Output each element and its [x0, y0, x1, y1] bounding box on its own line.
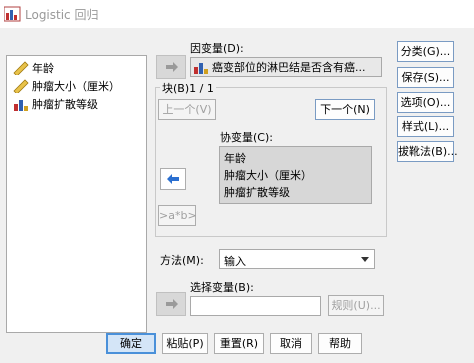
app-icon: [3, 6, 22, 22]
variable-item-tumor-size[interactable]: 肿瘤大小（厘米）: [13, 78, 120, 95]
ok-button[interactable]: 确定: [106, 333, 156, 354]
covariate-item-age[interactable]: 年龄: [224, 150, 246, 166]
selection-variable-label: 选择变量(B):: [190, 281, 254, 294]
options-button[interactable]: 选项(O)...: [397, 92, 454, 113]
help-button[interactable]: 帮助: [318, 333, 362, 354]
arrow-left-icon: [167, 174, 179, 184]
dependent-variable-field[interactable]: 癌变部位的淋巴结是否含有癌...: [190, 57, 382, 77]
covariates-label: 协变量(C):: [220, 131, 273, 144]
interaction-button[interactable]: >a*b>: [158, 205, 197, 226]
categorical-button[interactable]: 分类(G)...: [397, 41, 454, 62]
arrow-right-icon: [166, 299, 178, 309]
chevron-down-icon: [361, 257, 369, 262]
variable-item-tumor-grade[interactable]: 肿瘤扩散等级: [13, 96, 98, 112]
bar-chart-icon: [13, 97, 29, 111]
covariate-item-tumor-grade[interactable]: 肿瘤扩散等级: [224, 184, 290, 200]
source-variable-list[interactable]: 年龄 肿瘤大小（厘米） 肿瘤扩散等级: [6, 55, 147, 333]
method-label: 方法(M):: [160, 254, 204, 267]
variable-label: 肿瘤大小（厘米）: [32, 80, 120, 93]
reset-button[interactable]: 重置(R): [214, 333, 264, 354]
dependent-label: 因变量(D):: [190, 42, 244, 55]
cancel-button[interactable]: 取消: [270, 333, 312, 354]
title-bar: Logistic 回归: [0, 0, 474, 28]
previous-block-button[interactable]: 上一个(V): [158, 99, 216, 120]
rule-button[interactable]: 规则(U)...: [328, 295, 384, 316]
variable-label: 年龄: [32, 62, 54, 75]
covariates-list[interactable]: 年龄 肿瘤大小（厘米） 肿瘤扩散等级: [219, 146, 372, 204]
block-label: 块(B)1 / 1: [160, 80, 216, 96]
method-value: 输入: [224, 255, 246, 268]
bootstrap-button[interactable]: 拔靴法(B)...: [397, 141, 458, 162]
save-button[interactable]: 保存(S)...: [397, 67, 454, 88]
covariate-item-tumor-size[interactable]: 肿瘤大小（厘米）: [224, 167, 312, 183]
window-title: Logistic 回归: [25, 8, 99, 22]
method-select[interactable]: 输入: [219, 249, 375, 269]
move-to-dependent-button[interactable]: [156, 55, 186, 79]
variable-label: 肿瘤扩散等级: [32, 98, 98, 111]
paste-button[interactable]: 粘贴(P): [162, 333, 208, 354]
variable-item-age[interactable]: 年龄: [13, 60, 54, 77]
dependent-variable-value: 癌变部位的淋巴结是否含有癌...: [212, 61, 366, 74]
ruler-icon: [13, 79, 29, 95]
next-block-button[interactable]: 下一个(N): [315, 99, 375, 120]
move-to-selection-button[interactable]: [156, 292, 186, 316]
style-button[interactable]: 样式(L)...: [397, 116, 454, 137]
arrow-right-icon: [166, 62, 178, 72]
ruler-icon: [13, 61, 29, 77]
selection-variable-field[interactable]: [190, 296, 321, 316]
bar-chart-icon: [193, 60, 209, 74]
move-to-covariates-button[interactable]: [160, 168, 186, 190]
